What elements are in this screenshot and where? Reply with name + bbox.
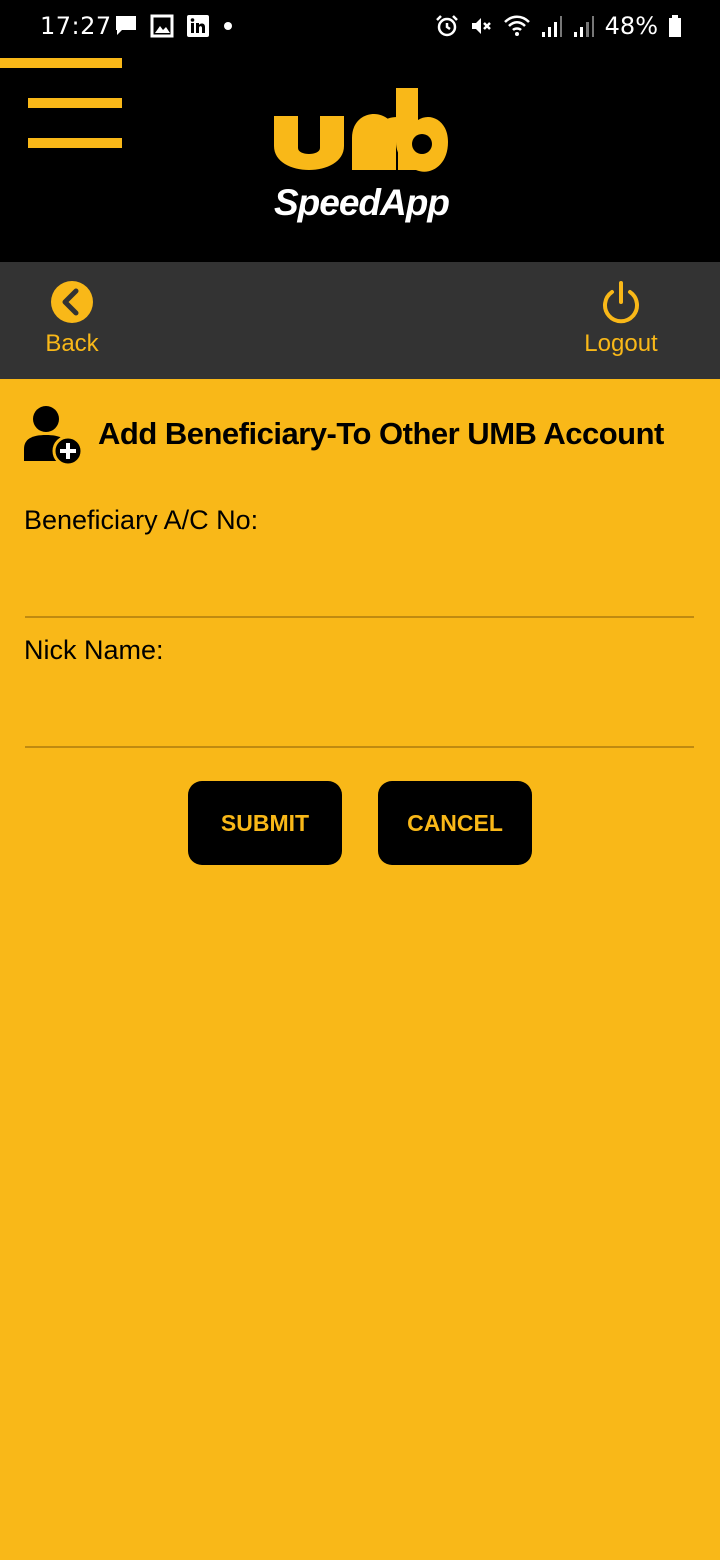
page-heading: Add Beneficiary-To Other UMB Account — [22, 403, 664, 465]
power-icon — [603, 281, 639, 324]
add-user-icon — [24, 406, 84, 465]
battery-percent: 48% — [604, 12, 658, 40]
beneficiary-account-label: Beneficiary A/C No: — [24, 505, 259, 535]
linkedin-icon — [187, 15, 209, 37]
wifi-icon — [503, 15, 530, 36]
cancel-button[interactable]: CANCEL — [378, 781, 532, 865]
beneficiary-account-input[interactable] — [25, 572, 694, 618]
image-icon — [150, 14, 174, 38]
page-title: Add Beneficiary-To Other UMB Account — [98, 416, 664, 451]
alarm-icon — [435, 15, 458, 37]
umb-logo: umb SpeedApp — [270, 86, 454, 236]
battery-icon — [669, 15, 681, 37]
system-icons: 48% — [435, 12, 682, 40]
back-label: Back — [45, 330, 99, 357]
status-bar: 17:27 48% — [0, 0, 720, 54]
umb-logo-mark: umb — [274, 88, 448, 172]
signal-icon — [573, 16, 594, 37]
back-arrow-icon — [51, 281, 93, 323]
logout-label: Logout — [584, 330, 658, 357]
message-icon — [116, 16, 136, 35]
submit-button[interactable]: SUBMIT — [188, 781, 342, 865]
hamburger-icon-bar — [28, 98, 122, 108]
nickname-input[interactable] — [25, 702, 694, 748]
logout-button[interactable]: Logout — [578, 280, 664, 358]
main-content: Add Beneficiary-To Other UMB Account Ben… — [0, 379, 720, 1560]
dot-icon — [224, 22, 232, 30]
status-time: 17:27 — [40, 12, 112, 40]
hamburger-icon-bar — [28, 138, 122, 148]
hamburger-menu-button[interactable] — [0, 54, 130, 154]
nav-bar: Back Logout — [0, 262, 720, 379]
logo-subtitle: SpeedApp — [274, 182, 450, 223]
hamburger-icon — [0, 58, 122, 68]
mute-icon — [471, 18, 491, 34]
back-button[interactable]: Back — [42, 280, 102, 358]
app-header: umb SpeedApp — [0, 54, 720, 262]
nickname-label: Nick Name: — [24, 635, 164, 665]
signal-icon — [541, 16, 562, 37]
notification-icons — [114, 14, 234, 38]
